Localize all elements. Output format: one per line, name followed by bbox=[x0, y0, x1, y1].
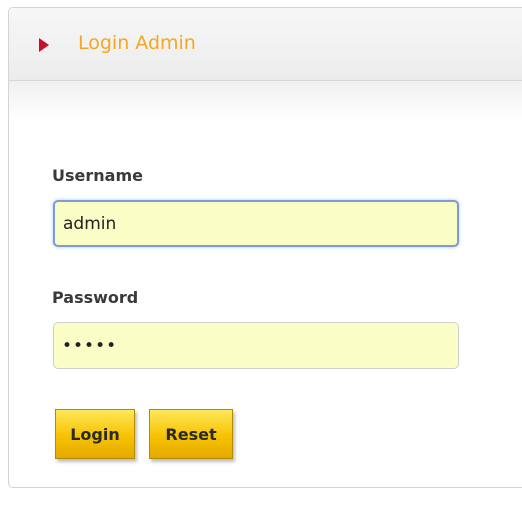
arrow-right-icon bbox=[39, 38, 49, 52]
login-button[interactable]: Login bbox=[55, 409, 135, 459]
panel-title: Login Admin bbox=[78, 32, 196, 54]
panel-header: Login Admin bbox=[9, 8, 522, 81]
username-label: Username bbox=[52, 166, 143, 185]
password-input[interactable] bbox=[53, 322, 459, 369]
password-label: Password bbox=[52, 288, 139, 307]
header-divider bbox=[9, 81, 522, 121]
reset-button[interactable]: Reset bbox=[149, 409, 233, 459]
username-input[interactable] bbox=[53, 200, 459, 247]
login-panel: Login Admin Username Password Login Rese… bbox=[8, 7, 522, 488]
